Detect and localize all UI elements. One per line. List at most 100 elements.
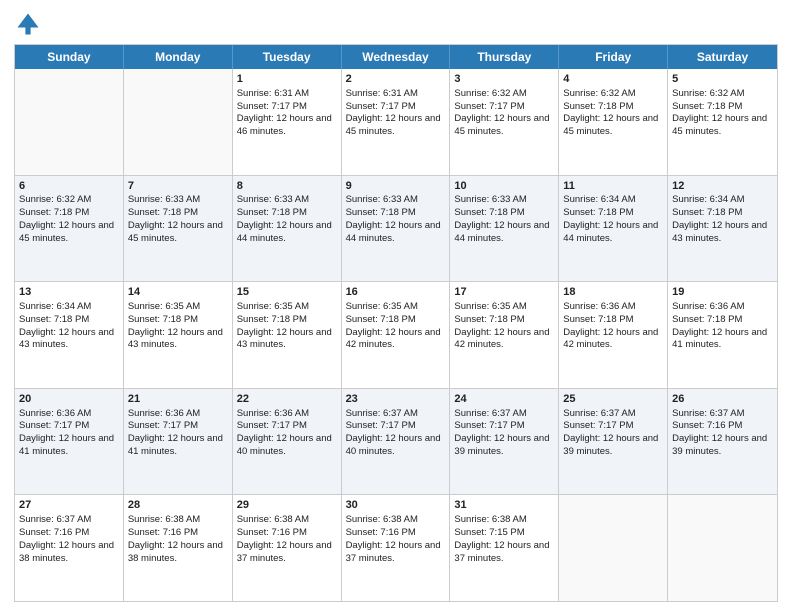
day-number: 11: [563, 179, 663, 194]
cal-day-19: 19Sunrise: 6:36 AMSunset: 7:18 PMDayligh…: [668, 282, 777, 388]
day-info-line: Sunrise: 6:35 AM: [237, 301, 337, 314]
cal-day-13: 13Sunrise: 6:34 AMSunset: 7:18 PMDayligh…: [15, 282, 124, 388]
day-number: 31: [454, 498, 554, 513]
day-info-line: Sunrise: 6:37 AM: [563, 408, 663, 421]
day-info-line: Sunrise: 6:37 AM: [454, 408, 554, 421]
day-info-line: Daylight: 12 hours and 45 minutes.: [19, 220, 119, 246]
day-info-line: Daylight: 12 hours and 39 minutes.: [672, 433, 773, 459]
day-info-line: Sunset: 7:18 PM: [237, 314, 337, 327]
cal-day-5: 5Sunrise: 6:32 AMSunset: 7:18 PMDaylight…: [668, 69, 777, 175]
day-info-line: Sunrise: 6:33 AM: [237, 194, 337, 207]
day-info-line: Sunset: 7:16 PM: [128, 527, 228, 540]
day-number: 21: [128, 392, 228, 407]
day-info-line: Daylight: 12 hours and 42 minutes.: [454, 327, 554, 353]
cal-empty-cell: [15, 69, 124, 175]
cal-day-29: 29Sunrise: 6:38 AMSunset: 7:16 PMDayligh…: [233, 495, 342, 601]
cal-day-11: 11Sunrise: 6:34 AMSunset: 7:18 PMDayligh…: [559, 176, 668, 282]
day-number: 26: [672, 392, 773, 407]
day-info-line: Daylight: 12 hours and 45 minutes.: [128, 220, 228, 246]
day-info-line: Daylight: 12 hours and 40 minutes.: [346, 433, 446, 459]
day-number: 12: [672, 179, 773, 194]
day-info-line: Sunrise: 6:31 AM: [346, 88, 446, 101]
day-number: 8: [237, 179, 337, 194]
cal-day-26: 26Sunrise: 6:37 AMSunset: 7:16 PMDayligh…: [668, 389, 777, 495]
day-info-line: Daylight: 12 hours and 44 minutes.: [346, 220, 446, 246]
day-info-line: Sunrise: 6:36 AM: [237, 408, 337, 421]
day-info-line: Sunrise: 6:35 AM: [454, 301, 554, 314]
cal-week-row-1: 1Sunrise: 6:31 AMSunset: 7:17 PMDaylight…: [15, 69, 777, 176]
page: SundayMondayTuesdayWednesdayThursdayFrid…: [0, 0, 792, 612]
cal-header-monday: Monday: [124, 45, 233, 69]
cal-week-row-3: 13Sunrise: 6:34 AMSunset: 7:18 PMDayligh…: [15, 282, 777, 389]
day-info-line: Daylight: 12 hours and 41 minutes.: [128, 433, 228, 459]
day-info-line: Daylight: 12 hours and 42 minutes.: [346, 327, 446, 353]
day-info-line: Sunrise: 6:33 AM: [454, 194, 554, 207]
day-number: 3: [454, 72, 554, 87]
day-info-line: Sunrise: 6:37 AM: [672, 408, 773, 421]
cal-day-3: 3Sunrise: 6:32 AMSunset: 7:17 PMDaylight…: [450, 69, 559, 175]
day-info-line: Daylight: 12 hours and 45 minutes.: [454, 113, 554, 139]
day-info-line: Sunrise: 6:36 AM: [128, 408, 228, 421]
logo: [14, 10, 46, 38]
day-info-line: Sunset: 7:17 PM: [237, 420, 337, 433]
day-info-line: Sunset: 7:16 PM: [237, 527, 337, 540]
cal-day-2: 2Sunrise: 6:31 AMSunset: 7:17 PMDaylight…: [342, 69, 451, 175]
day-info-line: Daylight: 12 hours and 37 minutes.: [237, 540, 337, 566]
cal-day-23: 23Sunrise: 6:37 AMSunset: 7:17 PMDayligh…: [342, 389, 451, 495]
day-info-line: Sunset: 7:17 PM: [128, 420, 228, 433]
day-info-line: Sunrise: 6:37 AM: [346, 408, 446, 421]
cal-header-sunday: Sunday: [15, 45, 124, 69]
cal-day-6: 6Sunrise: 6:32 AMSunset: 7:18 PMDaylight…: [15, 176, 124, 282]
cal-week-row-2: 6Sunrise: 6:32 AMSunset: 7:18 PMDaylight…: [15, 176, 777, 283]
cal-day-31: 31Sunrise: 6:38 AMSunset: 7:15 PMDayligh…: [450, 495, 559, 601]
day-info-line: Sunrise: 6:34 AM: [672, 194, 773, 207]
day-number: 25: [563, 392, 663, 407]
day-number: 17: [454, 285, 554, 300]
cal-header-saturday: Saturday: [668, 45, 777, 69]
day-info-line: Sunrise: 6:32 AM: [454, 88, 554, 101]
cal-day-15: 15Sunrise: 6:35 AMSunset: 7:18 PMDayligh…: [233, 282, 342, 388]
cal-day-21: 21Sunrise: 6:36 AMSunset: 7:17 PMDayligh…: [124, 389, 233, 495]
day-info-line: Sunset: 7:18 PM: [563, 314, 663, 327]
day-number: 5: [672, 72, 773, 87]
cal-day-30: 30Sunrise: 6:38 AMSunset: 7:16 PMDayligh…: [342, 495, 451, 601]
header: [14, 10, 778, 38]
day-number: 10: [454, 179, 554, 194]
day-info-line: Sunrise: 6:34 AM: [563, 194, 663, 207]
day-info-line: Daylight: 12 hours and 39 minutes.: [454, 433, 554, 459]
day-info-line: Sunset: 7:18 PM: [672, 207, 773, 220]
cal-header-wednesday: Wednesday: [342, 45, 451, 69]
day-info-line: Daylight: 12 hours and 41 minutes.: [672, 327, 773, 353]
day-number: 18: [563, 285, 663, 300]
day-info-line: Sunset: 7:18 PM: [454, 314, 554, 327]
cal-day-17: 17Sunrise: 6:35 AMSunset: 7:18 PMDayligh…: [450, 282, 559, 388]
calendar-body: 1Sunrise: 6:31 AMSunset: 7:17 PMDaylight…: [15, 69, 777, 601]
cal-day-4: 4Sunrise: 6:32 AMSunset: 7:18 PMDaylight…: [559, 69, 668, 175]
day-info-line: Daylight: 12 hours and 43 minutes.: [128, 327, 228, 353]
cal-empty-cell: [124, 69, 233, 175]
day-info-line: Daylight: 12 hours and 37 minutes.: [346, 540, 446, 566]
day-info-line: Sunset: 7:18 PM: [128, 207, 228, 220]
day-number: 27: [19, 498, 119, 513]
cal-day-8: 8Sunrise: 6:33 AMSunset: 7:18 PMDaylight…: [233, 176, 342, 282]
cal-day-22: 22Sunrise: 6:36 AMSunset: 7:17 PMDayligh…: [233, 389, 342, 495]
cal-empty-cell: [668, 495, 777, 601]
logo-icon: [14, 10, 42, 38]
cal-day-28: 28Sunrise: 6:38 AMSunset: 7:16 PMDayligh…: [124, 495, 233, 601]
day-number: 30: [346, 498, 446, 513]
day-info-line: Daylight: 12 hours and 46 minutes.: [237, 113, 337, 139]
day-info-line: Daylight: 12 hours and 37 minutes.: [454, 540, 554, 566]
day-info-line: Daylight: 12 hours and 39 minutes.: [563, 433, 663, 459]
cal-empty-cell: [559, 495, 668, 601]
day-number: 20: [19, 392, 119, 407]
cal-day-7: 7Sunrise: 6:33 AMSunset: 7:18 PMDaylight…: [124, 176, 233, 282]
day-info-line: Daylight: 12 hours and 43 minutes.: [19, 327, 119, 353]
calendar: SundayMondayTuesdayWednesdayThursdayFrid…: [14, 44, 778, 602]
day-info-line: Sunset: 7:17 PM: [454, 420, 554, 433]
cal-day-20: 20Sunrise: 6:36 AMSunset: 7:17 PMDayligh…: [15, 389, 124, 495]
cal-day-18: 18Sunrise: 6:36 AMSunset: 7:18 PMDayligh…: [559, 282, 668, 388]
day-info-line: Sunset: 7:18 PM: [672, 314, 773, 327]
cal-week-row-5: 27Sunrise: 6:37 AMSunset: 7:16 PMDayligh…: [15, 495, 777, 601]
day-info-line: Daylight: 12 hours and 43 minutes.: [237, 327, 337, 353]
day-number: 28: [128, 498, 228, 513]
